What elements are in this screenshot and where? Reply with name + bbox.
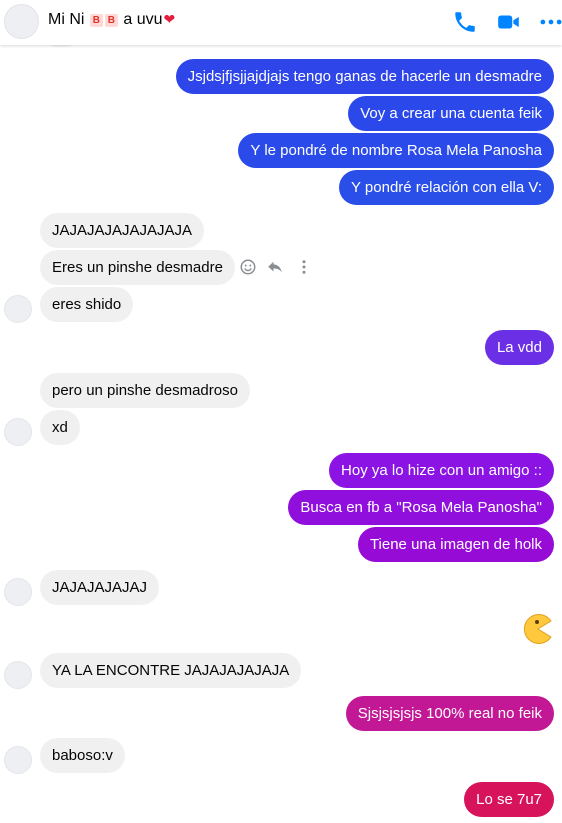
phone-icon[interactable] bbox=[452, 9, 478, 35]
avatar[interactable] bbox=[4, 661, 32, 689]
incoming-message[interactable]: xd bbox=[40, 410, 80, 445]
more-vertical-icon[interactable] bbox=[295, 258, 313, 276]
reply-icon[interactable] bbox=[266, 258, 284, 276]
incoming-message[interactable]: baboso:v bbox=[40, 738, 125, 773]
outgoing-message[interactable]: Sjsjsjsjsjs 100% real no feik bbox=[345, 696, 554, 731]
chat-title-prefix: Mi Ni bbox=[48, 11, 85, 28]
outgoing-message[interactable]: La vdd bbox=[484, 330, 554, 365]
pacman-emoji[interactable] bbox=[522, 613, 554, 645]
outgoing-message[interactable]: Tiene una imagen de holk bbox=[357, 527, 554, 562]
outgoing-message[interactable]: Voy a crear una cuenta feik bbox=[348, 96, 554, 131]
outgoing-message[interactable]: Lo se 7u7 bbox=[464, 782, 554, 817]
incoming-message[interactable]: YA LA ENCONTRE JAJAJAJAJAJA bbox=[40, 653, 302, 688]
video-camera-icon[interactable] bbox=[496, 9, 522, 35]
incoming-message[interactable]: JAJAJAJAJAJAJAJA bbox=[40, 213, 205, 248]
b-emoji-badge: B bbox=[89, 14, 103, 27]
avatar[interactable] bbox=[4, 746, 32, 774]
outgoing-message[interactable]: Jsjdsjfjsjjajdjajs tengo ganas de hacerl… bbox=[175, 59, 554, 94]
incoming-message[interactable]: pero un pinshe desmadroso bbox=[40, 373, 250, 408]
incoming-message[interactable]: JAJAJAJAJAJ bbox=[40, 570, 160, 605]
outgoing-message[interactable]: Y pondré relación con ella V: bbox=[339, 170, 554, 205]
more-horizontal-icon[interactable] bbox=[538, 9, 562, 35]
chat-title[interactable]: Mi Ni BB a uvu❤ bbox=[48, 11, 175, 29]
chat-header: Mi Ni BB a uvu❤ bbox=[0, 0, 562, 45]
incoming-message[interactable]: eres shido bbox=[40, 287, 134, 322]
heart-emoji: ❤ bbox=[163, 11, 176, 27]
outgoing-message[interactable]: Y le pondré de nombre Rosa Mela Panosha bbox=[238, 133, 554, 168]
avatar[interactable] bbox=[4, 578, 32, 606]
avatar[interactable] bbox=[4, 418, 32, 446]
outgoing-message[interactable]: Hoy ya lo hize con un amigo :: bbox=[329, 453, 554, 488]
incoming-message[interactable]: Eres un pinshe desmadre bbox=[40, 250, 235, 285]
b-emoji-badge: B bbox=[104, 14, 118, 27]
avatar[interactable] bbox=[4, 4, 39, 39]
react-icon[interactable] bbox=[239, 258, 257, 276]
chat-title-suffix: a uvu bbox=[123, 11, 163, 28]
avatar[interactable] bbox=[4, 295, 32, 323]
outgoing-message[interactable]: Busca en fb a "Rosa Mela Panosha" bbox=[288, 490, 554, 525]
